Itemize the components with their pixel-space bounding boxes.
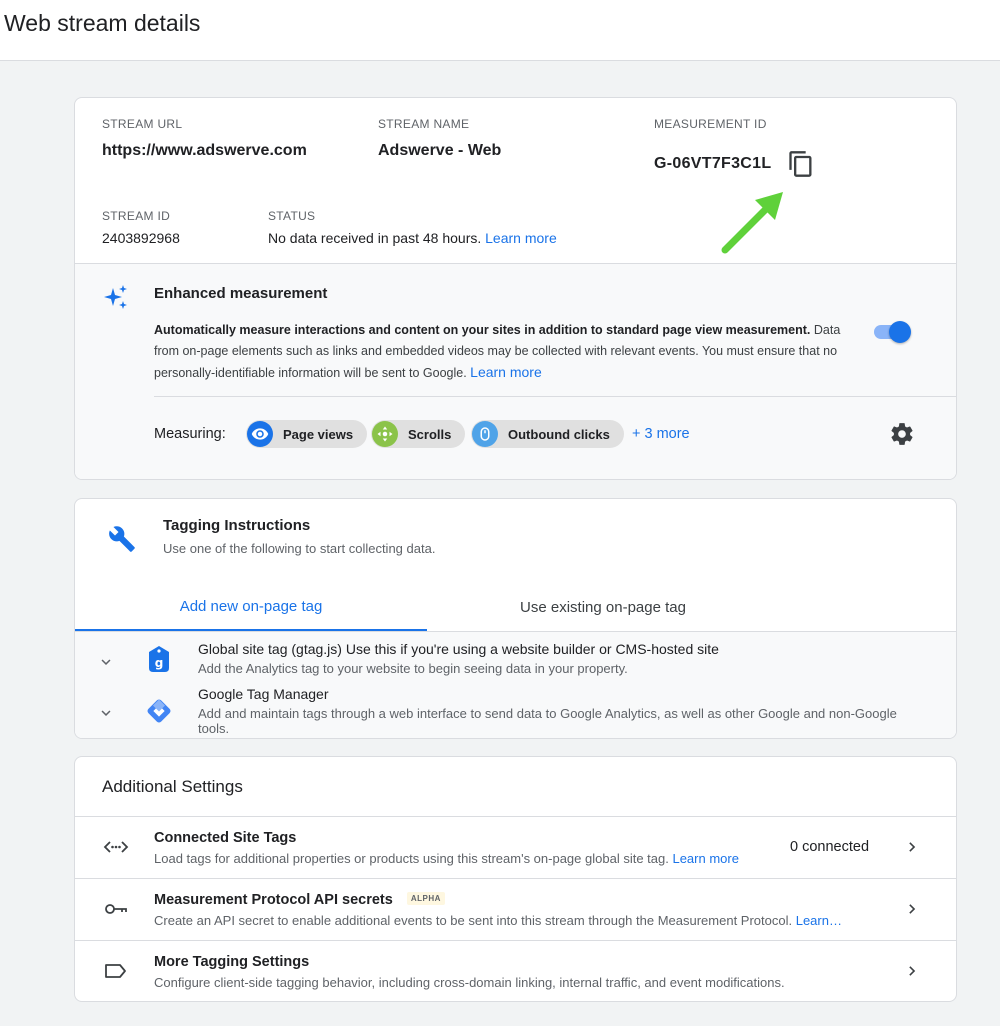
alpha-badge: ALPHA: [406, 892, 445, 905]
chip-label: Outbound clicks: [508, 426, 610, 442]
gtm-title: Google Tag Manager: [198, 686, 329, 702]
chip-outbound-clicks[interactable]: Outbound clicks: [471, 420, 624, 448]
annotation-arrow: [721, 192, 783, 254]
label-icon: [103, 961, 127, 981]
row-desc-text: Load tags for additional properties or p…: [154, 851, 669, 866]
gtag-title-rest: Use this if you're using a website build…: [345, 641, 719, 657]
enhanced-desc-bold: Automatically measure interactions and c…: [154, 323, 811, 337]
status-value: No data received in past 48 hours. Learn…: [268, 230, 557, 246]
chevron-down-icon[interactable]: [97, 653, 115, 671]
tagging-title: Tagging Instructions: [163, 517, 311, 534]
row-more-tagging-settings[interactable]: More Tagging Settings Configure client-s…: [75, 940, 956, 1001]
chip-scrolls[interactable]: Scrolls: [371, 420, 466, 448]
stream-id-label: STREAM ID: [102, 209, 171, 223]
tab-use-existing-tag[interactable]: Use existing on-page tag: [427, 583, 779, 631]
status-text: No data received in past 48 hours.: [268, 230, 482, 246]
measurement-id-value: G-06VT7F3C1L: [654, 155, 772, 172]
tab-add-new-tag[interactable]: Add new on-page tag: [75, 583, 427, 631]
mouse-icon: [472, 421, 498, 447]
enhanced-learn-more-link[interactable]: Learn more: [470, 364, 542, 380]
gtm-description: Add and maintain tags through a web inte…: [198, 706, 897, 736]
row-connected-site-tags[interactable]: Connected Site Tags Load tags for additi…: [75, 816, 956, 878]
gtag-icon: g: [145, 644, 173, 679]
enhanced-measurement-section: Enhanced measurement Automatically measu…: [75, 263, 956, 479]
key-icon: [103, 899, 127, 919]
row-name: Measurement Protocol API secrets ALPHA: [154, 892, 445, 908]
measuring-label: Measuring:: [154, 426, 226, 442]
row-measurement-protocol[interactable]: Measurement Protocol API secrets ALPHA C…: [75, 878, 956, 940]
scroll-icon: [372, 421, 398, 447]
enhanced-measurement-toggle[interactable]: [872, 319, 914, 343]
chevron-down-icon[interactable]: [97, 704, 115, 722]
stream-name-label: STREAM NAME: [378, 117, 470, 131]
gear-icon[interactable]: [889, 421, 915, 447]
code-icon: [103, 837, 129, 857]
eye-icon: [247, 421, 273, 447]
stream-id-value: 2403892968: [102, 230, 180, 246]
enhanced-measurement-description: Automatically measure interactions and c…: [154, 320, 854, 384]
sparkle-icon: [102, 283, 130, 316]
row-description: Create an API secret to enable additiona…: [154, 913, 842, 928]
additional-settings-title: Additional Settings: [102, 777, 243, 796]
row-name: Connected Site Tags: [154, 830, 297, 846]
chip-label: Page views: [283, 426, 354, 442]
stream-details-card: STREAM URL https://www.adswerve.com STRE…: [74, 97, 957, 480]
row-description: Load tags for additional properties or p…: [154, 851, 739, 866]
connected-count: 0 connected: [790, 839, 870, 855]
gtag-name: Global site tag (gtag.js): [198, 641, 342, 657]
row-learn-more-link[interactable]: Learn…: [796, 913, 842, 928]
stream-url-value: https://www.adswerve.com: [102, 142, 307, 159]
gtag-description: Add the Analytics tag to your website to…: [198, 661, 628, 676]
gtag-title: Global site tag (gtag.js) Use this if yo…: [198, 641, 719, 657]
status-label: STATUS: [268, 209, 316, 223]
enhanced-measurement-title: Enhanced measurement: [154, 285, 328, 302]
more-events-link[interactable]: + 3 more: [632, 426, 690, 442]
chevron-right-icon[interactable]: [904, 901, 920, 917]
tagging-subtitle: Use one of the following to start collec…: [163, 541, 436, 556]
copy-icon[interactable]: [787, 150, 815, 178]
chevron-right-icon[interactable]: [904, 963, 920, 979]
row-name-text: Measurement Protocol API secrets: [154, 892, 393, 908]
page-title: Web stream details: [4, 10, 201, 36]
row-desc-text: Create an API secret to enable additiona…: [154, 913, 793, 928]
status-learn-more-link[interactable]: Learn more: [485, 230, 557, 246]
wrench-icon: [108, 525, 136, 558]
gtm-icon: [145, 697, 173, 730]
toggle-thumb: [889, 321, 911, 343]
chevron-right-icon[interactable]: [904, 839, 920, 855]
row-description: Configure client-side tagging behavior, …: [154, 975, 785, 990]
top-bar: Web stream details: [0, 0, 1000, 61]
additional-settings-card: Additional Settings Connected Site Tags …: [74, 756, 957, 1002]
svg-text:g: g: [155, 656, 164, 670]
row-name: More Tagging Settings: [154, 954, 310, 970]
row-learn-more-link[interactable]: Learn more: [672, 851, 738, 866]
measurement-id-label: MEASUREMENT ID: [654, 117, 767, 131]
chip-page-views[interactable]: Page views: [246, 420, 368, 448]
stream-url-label: STREAM URL: [102, 117, 183, 131]
divider: [154, 396, 956, 397]
tagging-options-list: g Global site tag (gtag.js) Use this if …: [75, 632, 956, 738]
tagging-instructions-card: Tagging Instructions Use one of the foll…: [74, 498, 957, 739]
stream-name-value: Adswerve - Web: [378, 142, 502, 159]
chip-label: Scrolls: [408, 426, 452, 442]
